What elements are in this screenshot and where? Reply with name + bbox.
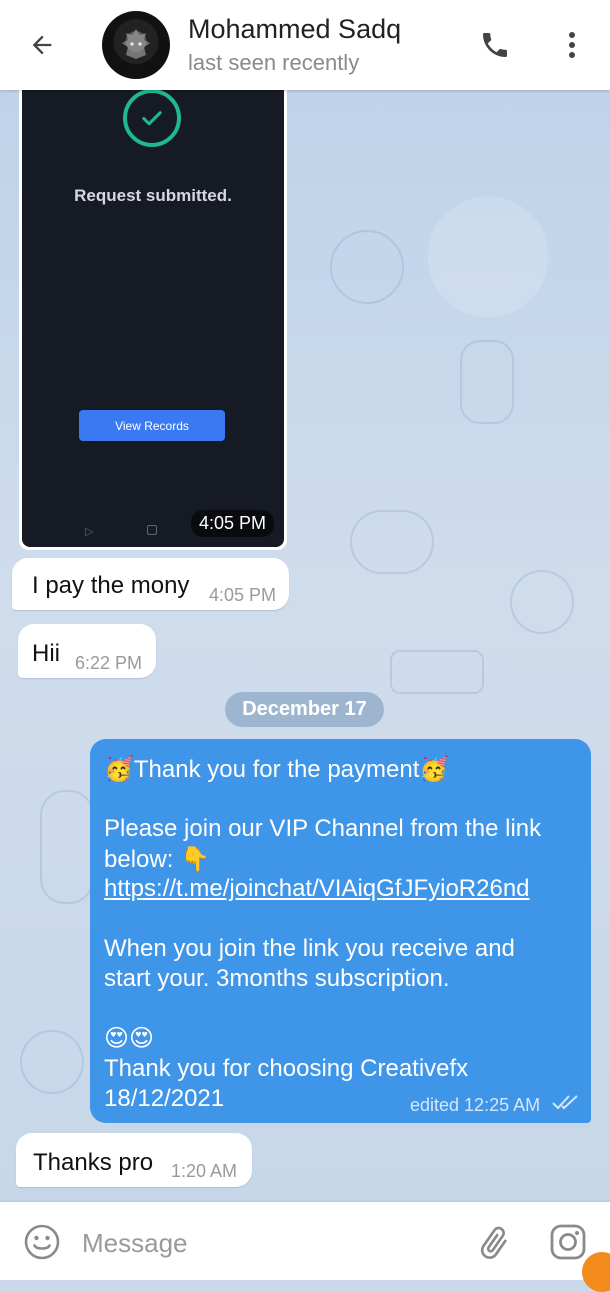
message-composer [0,1202,610,1280]
paperclip-icon [480,1226,507,1259]
double-check-icon [552,1095,578,1110]
message-line: 18/12/2021 [104,1085,225,1112]
screenshot-nav-home-icon [147,525,157,535]
instagram-button[interactable] [548,1222,588,1266]
checkmark-icon [142,111,162,126]
outgoing-message[interactable]: 🥳Thank you for the payment🥳 Please join … [90,739,591,1123]
incoming-message[interactable]: Hii 6:22 PM [18,624,156,678]
success-check-circle [123,89,181,147]
avatar[interactable] [102,11,170,79]
last-seen-status: last seen recently [188,50,360,75]
message-line: start your. 3months subscription. [104,965,450,992]
message-line: Thank you for choosing Creativefx [104,1055,469,1082]
image-message[interactable]: Request submitted. View Records ▷ 4:05 P… [19,66,287,550]
contact-name[interactable]: Mohammed Sadq [188,14,401,45]
message-line: When you join the link you receive and [104,935,515,962]
message-line: below: 👇 [104,846,210,873]
incoming-message[interactable]: I pay the mony 4:05 PM [12,558,289,610]
image-message-time: 4:05 PM [190,510,274,537]
chat-header: Mohammed Sadq last seen recently [0,0,610,90]
screenshot-nav-back-icon: ▷ [85,526,94,538]
more-vert-icon [569,32,575,58]
message-time: 4:05 PM [209,585,277,605]
message-emoji-line: 😍😍 [104,1025,155,1052]
shared-screenshot[interactable]: Request submitted. View Records ▷ 4:05 P… [22,69,284,547]
emoji-icon [24,1224,60,1260]
incoming-message[interactable]: Thanks pro 1:20 AM [16,1133,252,1187]
date-separator: December 17 [225,692,384,727]
back-arrow-icon [32,35,52,55]
call-button[interactable] [470,22,520,68]
floating-badge[interactable] [582,1252,610,1292]
vip-channel-link[interactable]: https://t.me/joinchat/VIAiqGfJFyioR26nd [104,875,530,903]
message-text: Hii [32,640,60,667]
back-button[interactable] [18,21,66,69]
message-text: Thanks pro [33,1149,154,1176]
phone-icon [483,33,507,57]
screenshot-title: Request submitted. [74,186,232,205]
message-time: 1:20 AM [171,1161,238,1181]
message-text: I pay the mony [32,572,190,599]
instagram-icon [550,1224,586,1260]
emoji-button[interactable] [22,1222,62,1262]
screenshot-view-records-button: View Records [79,410,225,441]
more-options-button[interactable] [552,22,592,68]
attach-button[interactable] [474,1222,514,1266]
message-line: 🥳Thank you for the payment🥳 [104,756,450,783]
message-time: 6:22 PM [75,653,143,673]
message-edited-time: edited 12:25 AM [410,1095,541,1115]
lion-avatar-icon [122,29,150,59]
message-input[interactable] [80,1220,464,1266]
message-line: Please join our VIP Channel from the lin… [104,815,542,842]
